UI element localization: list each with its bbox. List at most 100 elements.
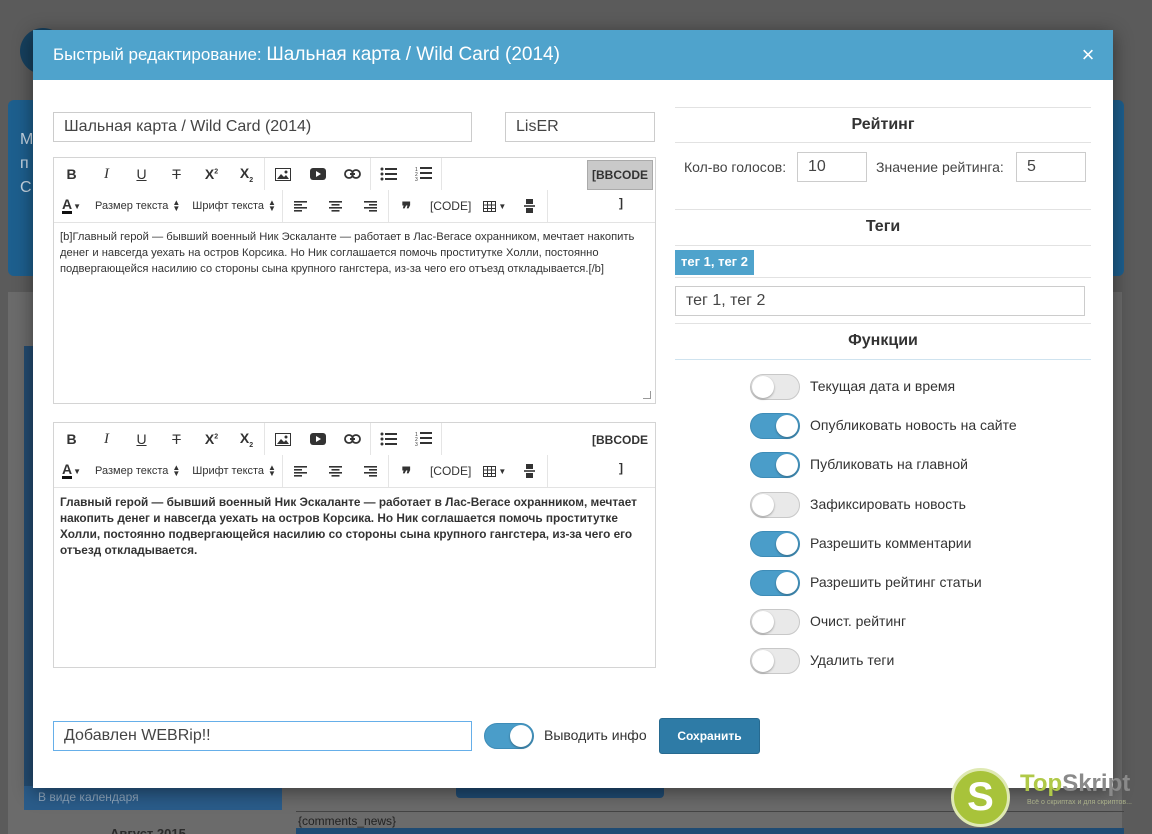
quote-icon: ❞ bbox=[401, 199, 412, 219]
function-toggle[interactable] bbox=[750, 492, 800, 518]
function-toggle[interactable] bbox=[750, 374, 800, 400]
watermark-brand-a: Top bbox=[1020, 770, 1063, 797]
background-letter: С bbox=[20, 179, 32, 196]
font-family-label: Шрифт текста bbox=[192, 465, 265, 477]
subscript-icon: X2 bbox=[239, 429, 254, 449]
function-toggle[interactable] bbox=[750, 452, 800, 478]
page-break-button[interactable] bbox=[512, 455, 547, 487]
toggle-knob bbox=[776, 533, 798, 555]
strikethrough-button[interactable]: T bbox=[159, 423, 194, 455]
function-label: Разрешить рейтинг статьи bbox=[810, 574, 982, 590]
link-icon bbox=[344, 169, 361, 179]
watermark-tagline: Всё о скриптах и для скриптов... bbox=[1027, 799, 1132, 806]
italic-button[interactable]: I bbox=[89, 158, 124, 190]
align-left-button[interactable] bbox=[283, 455, 318, 487]
info-text-input[interactable] bbox=[53, 721, 472, 751]
resize-grip-icon[interactable] bbox=[643, 391, 651, 399]
background-calendar-tab: В виде календаря bbox=[24, 786, 282, 810]
rating-value-input[interactable] bbox=[1016, 152, 1086, 182]
quick-edit-modal: Быстрый редактирование: Шальная карта / … bbox=[33, 30, 1113, 788]
bold-button[interactable]: B bbox=[54, 423, 89, 455]
quote-button[interactable]: ❞ bbox=[389, 455, 424, 487]
bullet-list-button[interactable] bbox=[371, 423, 406, 455]
underline-button[interactable]: U bbox=[124, 423, 159, 455]
align-center-button[interactable] bbox=[318, 190, 353, 222]
quote-button[interactable]: ❞ bbox=[389, 190, 424, 222]
svg-text:3: 3 bbox=[415, 177, 418, 182]
subscript-icon: X2 bbox=[239, 164, 254, 184]
table-button[interactable]: ▼ bbox=[477, 190, 512, 222]
numbered-list-button[interactable]: 123 bbox=[406, 158, 441, 190]
bold-button[interactable]: B bbox=[54, 158, 89, 190]
full-story-editor: B I U T X2 X2 1 2 3 [BBCODE A ▼ Размер т… bbox=[53, 422, 656, 668]
toggle-knob bbox=[752, 376, 774, 398]
youtube-icon bbox=[309, 168, 326, 180]
align-center-button[interactable] bbox=[318, 455, 353, 487]
font-size-select[interactable]: Размер текста ▲ ▼ bbox=[89, 455, 186, 487]
align-right-button[interactable] bbox=[353, 190, 388, 222]
modal-title-prefix: Быстрый редактирование: bbox=[53, 45, 262, 64]
bbcode-toggle-button[interactable]: [BBCODE bbox=[587, 425, 653, 455]
functions-heading: Функции bbox=[848, 332, 918, 349]
superscript-button[interactable]: X2 bbox=[194, 423, 229, 455]
align-right-button[interactable] bbox=[353, 455, 388, 487]
video-button[interactable] bbox=[300, 423, 335, 455]
image-button[interactable] bbox=[265, 158, 300, 190]
bullet-list-icon bbox=[380, 432, 397, 446]
youtube-icon bbox=[309, 433, 326, 445]
code-button[interactable]: [CODE] bbox=[424, 455, 477, 487]
watermark-brand-b: Skript bbox=[1062, 770, 1131, 797]
image-button[interactable] bbox=[265, 423, 300, 455]
divider bbox=[675, 323, 1091, 324]
text-color-button[interactable]: A ▼ bbox=[54, 455, 89, 487]
subscript-button[interactable]: X2 bbox=[229, 158, 264, 190]
underline-button[interactable]: U bbox=[124, 158, 159, 190]
text-color-button[interactable]: A ▼ bbox=[54, 190, 89, 222]
strikethrough-button[interactable]: T bbox=[159, 158, 194, 190]
function-label: Текущая дата и время bbox=[810, 378, 956, 394]
tags-input[interactable] bbox=[675, 286, 1085, 316]
author-input[interactable] bbox=[505, 112, 655, 142]
select-arrows-icon: ▲ ▼ bbox=[172, 198, 181, 213]
votes-label: Кол-во голосов: bbox=[684, 159, 787, 175]
background-letter: М bbox=[20, 131, 34, 148]
align-left-icon bbox=[293, 200, 307, 212]
function-toggle[interactable] bbox=[750, 648, 800, 674]
italic-button[interactable]: I bbox=[89, 423, 124, 455]
function-label: Зафиксировать новость bbox=[810, 496, 966, 512]
text-color-icon: A bbox=[61, 196, 73, 214]
align-center-icon bbox=[328, 200, 342, 212]
tag-chip[interactable]: тег 1, тег 2 bbox=[675, 250, 754, 275]
bullet-list-button[interactable] bbox=[371, 158, 406, 190]
image-icon bbox=[274, 167, 291, 181]
video-button[interactable] bbox=[300, 158, 335, 190]
function-toggle[interactable] bbox=[750, 609, 800, 635]
underline-icon: U bbox=[136, 166, 147, 182]
table-button[interactable]: ▼ bbox=[477, 455, 512, 487]
bbcode-toggle-button[interactable]: [BBCODE bbox=[587, 160, 653, 190]
function-toggle[interactable] bbox=[750, 413, 800, 439]
numbered-list-button[interactable]: 123 bbox=[406, 423, 441, 455]
font-size-select[interactable]: Размер текста ▲ ▼ bbox=[89, 190, 186, 222]
full-story-text[interactable]: Главный герой — бывший военный Ник Эскал… bbox=[54, 488, 655, 564]
function-toggle[interactable] bbox=[750, 531, 800, 557]
font-family-select[interactable]: Шрифт текста ▲ ▼ bbox=[186, 190, 282, 222]
link-button[interactable] bbox=[335, 158, 370, 190]
font-family-select[interactable]: Шрифт текста ▲ ▼ bbox=[186, 455, 282, 487]
code-button[interactable]: [CODE] bbox=[424, 190, 477, 222]
news-title-input[interactable] bbox=[53, 112, 472, 142]
save-button[interactable]: Сохранить bbox=[659, 718, 760, 754]
page-break-button[interactable] bbox=[512, 190, 547, 222]
align-left-button[interactable] bbox=[283, 190, 318, 222]
function-label: Публиковать на главной bbox=[810, 456, 968, 472]
tags-heading: Теги bbox=[865, 218, 901, 235]
function-toggle[interactable] bbox=[750, 570, 800, 596]
short-story-text[interactable]: [b]Главный герой — бывший военный Ник Эс… bbox=[54, 223, 655, 283]
subscript-button[interactable]: X2 bbox=[229, 423, 264, 455]
divider bbox=[675, 209, 1091, 210]
superscript-button[interactable]: X2 bbox=[194, 158, 229, 190]
close-icon[interactable]: × bbox=[1075, 42, 1101, 68]
link-button[interactable] bbox=[335, 423, 370, 455]
votes-input[interactable] bbox=[797, 152, 867, 182]
show-info-toggle[interactable] bbox=[484, 723, 534, 749]
